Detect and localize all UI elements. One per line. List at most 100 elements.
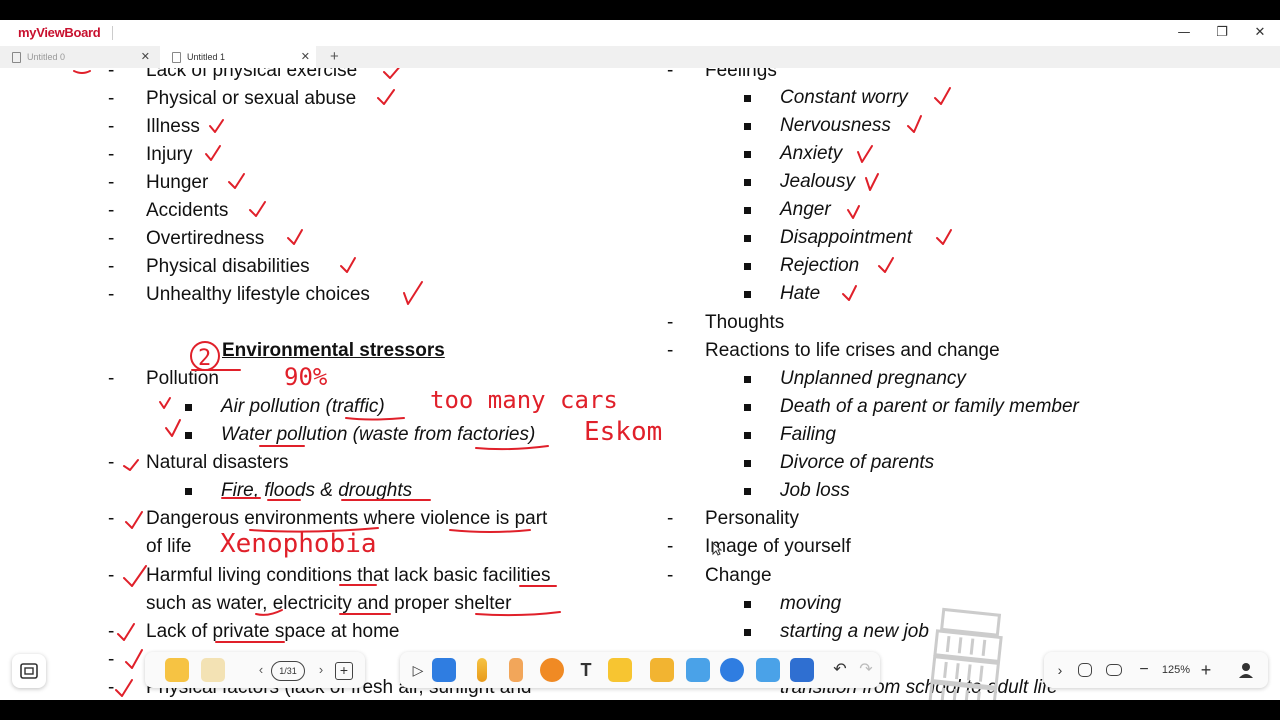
dash-marker: - [667, 312, 674, 333]
tick-mark [383, 68, 400, 79]
section-heading: Environmental stressors [222, 340, 445, 361]
square-bullet [185, 404, 192, 411]
tick-mark [117, 623, 135, 641]
tick-mark [287, 229, 303, 245]
list-item: Personality [705, 508, 799, 529]
add-page-icon[interactable]: + [335, 662, 353, 680]
tick-mark [377, 89, 395, 105]
tab-untitled-0[interactable]: Untitled 0 ✕ [0, 46, 156, 68]
page-indicator[interactable]: 1/31 [271, 661, 305, 681]
logo-prefix: my [18, 25, 37, 40]
zoom-out-icon[interactable]: − [1132, 658, 1156, 682]
dash-marker: - [108, 172, 115, 193]
embed-icon[interactable] [686, 658, 710, 682]
redo-icon[interactable]: ↷ [854, 658, 878, 682]
maximize-button[interactable]: ❐ [1212, 24, 1232, 42]
square-bullet [744, 376, 751, 383]
select-arrow-icon[interactable]: ▷ [406, 658, 430, 682]
close-window-button[interactable]: ✕ [1250, 24, 1270, 42]
tick-mark [165, 419, 181, 437]
add-tab-button[interactable]: + [330, 46, 339, 68]
tick-mark [403, 281, 423, 305]
list-item: Dangerous environments where violence is… [146, 508, 548, 529]
zoom-in-icon[interactable]: + [1194, 658, 1218, 682]
prev-page-icon[interactable]: ‹ [249, 658, 273, 682]
hand-pan-icon[interactable] [432, 658, 456, 682]
sub-item: Hate [780, 283, 821, 304]
template-icon[interactable] [165, 658, 189, 682]
tick-mark [842, 285, 857, 301]
screen-capture-button[interactable] [12, 654, 46, 688]
tick-mark [123, 459, 139, 471]
list-item: Physical disabilities [146, 256, 310, 277]
eraser-icon[interactable] [509, 658, 523, 682]
tick-mark [205, 145, 221, 161]
undo-icon[interactable]: ↶ [828, 658, 852, 682]
list-item: Illness [146, 116, 200, 137]
list-item: Reactions to life crises and change [705, 340, 1000, 361]
app-logo: myViewBoard [18, 25, 101, 40]
text-tool-icon[interactable]: T [574, 658, 598, 682]
dash-marker: - [108, 88, 115, 109]
tick-mark [209, 119, 224, 133]
mouse-cursor-icon [712, 542, 722, 556]
tab-label: Untitled 0 [27, 52, 66, 62]
whiteboard-canvas[interactable]: - Lack of physical exercise - Physical o… [0, 68, 1280, 700]
sub-item: starting a new job [780, 621, 929, 642]
dash-marker: - [108, 116, 115, 137]
tick-mark [865, 173, 879, 191]
sub-item: Water pollution (waste from factories) [221, 424, 536, 445]
sticky-note-icon[interactable] [608, 658, 632, 682]
dash-marker: - [667, 565, 674, 586]
minimize-button[interactable]: — [1174, 24, 1194, 42]
title-bar: myViewBoard — ❐ ✕ [0, 20, 1280, 46]
close-tab-icon[interactable]: ✕ [141, 46, 150, 68]
folder-icon[interactable] [650, 658, 674, 682]
square-bullet [744, 629, 751, 636]
tab-label: Untitled 1 [187, 52, 226, 62]
capture-icon [20, 663, 38, 679]
square-bullet [185, 488, 192, 495]
circle-annotation [190, 341, 220, 371]
dash-marker: - [667, 340, 674, 361]
shape-tool-icon[interactable] [540, 658, 564, 682]
browser-icon[interactable] [720, 658, 744, 682]
tab-untitled-1[interactable]: Untitled 1 ✕ [160, 46, 316, 68]
square-bullet [744, 432, 751, 439]
next-page-icon[interactable]: › [309, 658, 333, 682]
too-many-cars-annotation: too many cars [430, 386, 618, 414]
tick-mark [125, 649, 143, 669]
list-item: Injury [146, 144, 193, 165]
list-item: Lack of private space at home [146, 621, 400, 642]
screenshot-icon[interactable] [756, 658, 780, 682]
logo-name: ViewBoard [36, 25, 101, 40]
list-item: Change [705, 565, 772, 586]
sub-item: Death of a parent or family member [780, 396, 1079, 417]
dash-marker: - [108, 621, 115, 642]
bottom-letterbox [0, 700, 1280, 720]
expand-chevron-icon[interactable]: › [1048, 658, 1072, 682]
fit-screen-icon[interactable] [1106, 664, 1122, 676]
list-item: Physical or sexual abuse [146, 88, 357, 109]
tick-mark [249, 201, 266, 217]
document-icon [12, 52, 21, 63]
square-bullet [744, 179, 751, 186]
pen-icon[interactable] [477, 658, 487, 682]
dash-marker: - [108, 228, 115, 249]
sub-item: Divorce of parents [780, 452, 935, 473]
dash-marker: - [108, 565, 115, 586]
title-separator [112, 26, 113, 40]
dash-marker: - [108, 677, 115, 698]
apps-icon[interactable] [790, 658, 814, 682]
list-item: Lack of physical exercise [146, 68, 358, 81]
zoom-toolbar: › − 125% + [1044, 652, 1268, 688]
user-account-icon[interactable] [1234, 658, 1258, 682]
list-item-continued: of life [146, 536, 192, 557]
square-bullet [185, 432, 192, 439]
clipboard-icon[interactable] [201, 658, 225, 682]
tick-mark [907, 115, 922, 133]
sub-item: Anger [780, 199, 831, 220]
list-item: Feelings [705, 68, 777, 81]
close-tab-icon[interactable]: ✕ [301, 46, 310, 68]
map-icon[interactable] [1078, 663, 1092, 677]
